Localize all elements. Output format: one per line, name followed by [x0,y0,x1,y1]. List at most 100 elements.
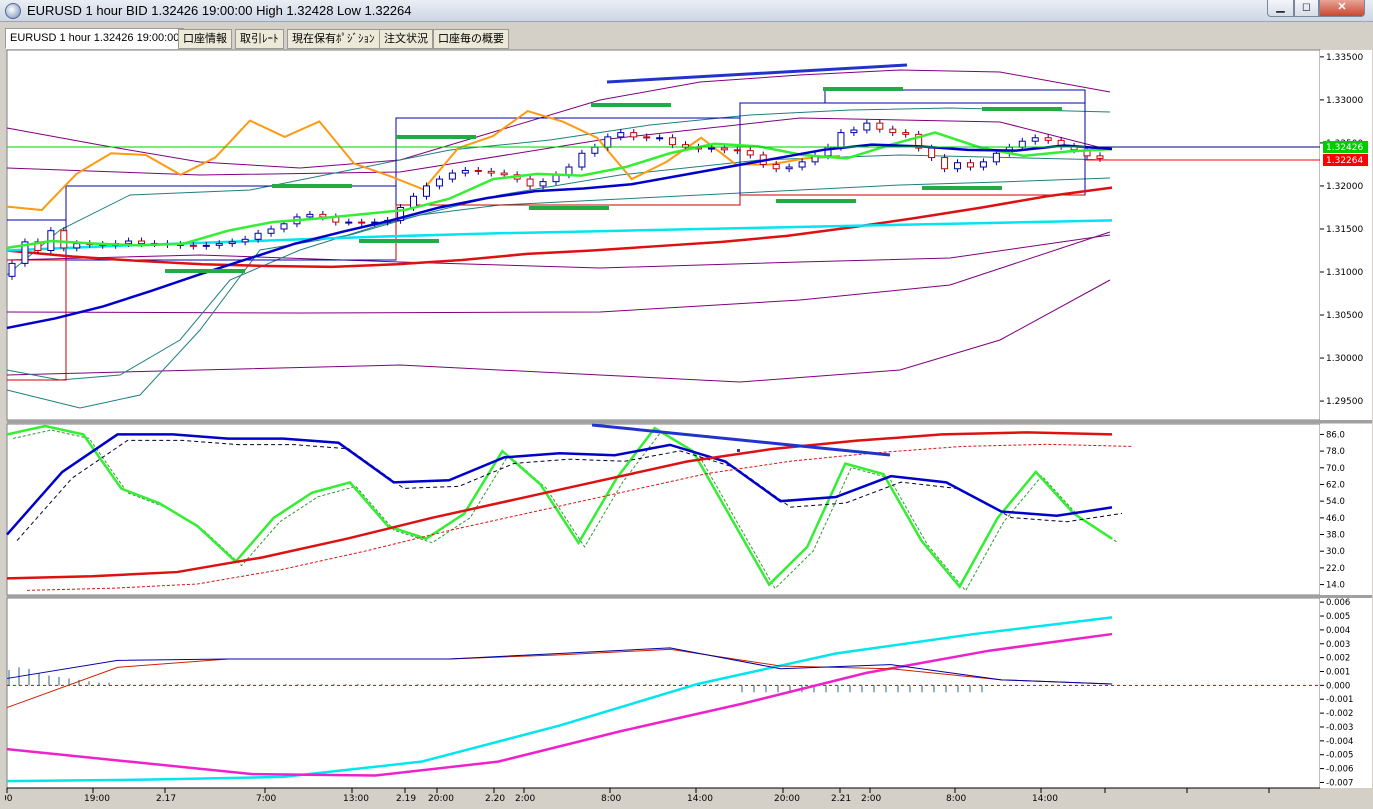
y-tick-label: 70.0 [1326,464,1345,474]
y-tick-label: 22.0 [1326,564,1345,574]
x-tick-label: 2:00 [861,794,881,804]
maximize-icon: ◻ [1301,1,1312,13]
candle-body [60,230,68,249]
candle-body [448,172,456,180]
candle-body [733,149,741,152]
y-tick-label: -0.004 [1326,737,1353,747]
x-tick-label: 2.21 [831,794,851,804]
candle-body [345,221,353,224]
mt4-window: EURUSD 1 hour BID 1.32426 19:00:00 High … [0,0,1373,809]
close-icon: ✕ [1337,1,1347,13]
candle-body [1018,140,1026,148]
candle-body [228,241,236,245]
title-bar[interactable]: EURUSD 1 hour BID 1.32426 19:00:00 High … [0,0,1373,22]
minimize-icon: ▁ [1276,1,1285,13]
y-tick-label: -0.002 [1326,709,1353,719]
y-tick-label: 1.30000 [1326,354,1363,364]
y-tick-label: -0.003 [1326,723,1353,733]
candle-body [8,262,16,277]
candle-body [267,228,275,234]
tab-account-info[interactable]: 口座情報 [178,29,232,49]
app-icon [5,3,21,19]
candle-body [410,195,418,208]
candle-body [772,163,780,170]
y-tick-label: -0.001 [1326,695,1353,705]
candle-body [474,169,482,172]
candle-body [241,238,249,243]
y-tick-label: 0.001 [1326,668,1350,678]
candle-body [73,243,81,249]
chart-canvas[interactable]: 1.335001.330001.325001.320001.315001.310… [5,48,1373,809]
candle-body [656,137,664,140]
candle-body [707,147,715,150]
candle-body [902,132,910,135]
x-tick-label: 7:00 [256,794,276,804]
tab-chart[interactable]: EURUSD 1 hour 1.32426 19:00:00 [5,28,185,49]
candle-body [876,122,884,130]
candle-body [954,162,962,170]
x-tick-label: 14:00 [687,794,713,804]
x-tick-label: 2:00 [515,794,535,804]
x-tick-label: 19:00 [84,794,110,804]
tab-order-status[interactable]: 注文状況 [379,29,433,49]
candle-body [500,172,508,176]
candle-body [966,162,974,168]
y-tick-label: -0.005 [1326,751,1353,761]
x-tick-label: 20:00 [428,794,454,804]
y-tick-label: 1.32000 [1326,182,1363,192]
x-tick-label: 2.17 [156,794,176,804]
candle-body [319,213,327,218]
candle-body [254,232,262,240]
y-tick-label: 54.0 [1326,497,1345,507]
candle-body [992,152,1000,163]
candle-body [487,170,495,174]
candle-body [604,136,612,148]
y-tick-label: 86.0 [1326,430,1345,440]
candle-body [785,166,793,170]
tab-account-summary[interactable]: 口座毎の概要 [433,29,509,49]
price-tag-low-label: 1.32264 [1326,156,1363,166]
close-button[interactable]: ✕ [1319,0,1365,17]
candle-body [565,166,573,176]
price-tag-bid-label: 1.32426 [1326,143,1363,153]
x-tick-label: :00 [5,794,13,804]
tab-open-positions[interactable]: 現在保有ﾎﾟｼﾞｼｮﾝ [287,29,380,49]
y-tick-label: 14.0 [1326,581,1345,591]
y-tick-label: 62.0 [1326,480,1345,490]
candle-body [1031,137,1039,142]
candle-body [979,161,987,168]
candle-body [215,243,223,246]
y-tick-label: 0.000 [1326,681,1350,691]
y-tick-label: 78.0 [1326,447,1345,457]
candle-body [422,185,430,197]
candle-body [358,221,366,224]
tab-trade-rates[interactable]: 取引ﾚｰﾄ [235,29,284,49]
candle-body [798,161,806,168]
y-tick-label: -0.007 [1326,778,1353,788]
candle-body [720,147,728,151]
y-tick-label: -0.006 [1326,765,1353,775]
candle-body [669,137,677,146]
candle-body [280,223,288,230]
y-tick-label: 0.002 [1326,654,1350,664]
y-tick-label: 30.0 [1326,547,1345,557]
chart-area[interactable]: 1.335001.330001.325001.320001.315001.310… [5,48,1373,809]
candle-body [461,169,469,174]
maximize-button[interactable]: ◻ [1294,0,1319,17]
y-tick-label: 38.0 [1326,531,1345,541]
minimize-button[interactable]: ▁ [1267,0,1294,17]
panel-frame-1 [6,423,1321,596]
x-tick-label: 2.20 [485,794,505,804]
candle-body [850,129,858,134]
candle-body [138,240,146,245]
candle-body [125,240,133,245]
candle-body [526,178,534,187]
candle-body [539,181,547,187]
candle-body [591,146,599,154]
tab-bar: EURUSD 1 hour 1.32426 19:00:00 口座情報 取引ﾚｰ… [0,27,1373,49]
x-tick-label: 20:00 [774,794,800,804]
candle-body [643,136,651,139]
x-tick-label: 2.19 [396,794,416,804]
x-tick-label: 8:00 [601,794,621,804]
x-tick-label: 13:00 [343,794,369,804]
